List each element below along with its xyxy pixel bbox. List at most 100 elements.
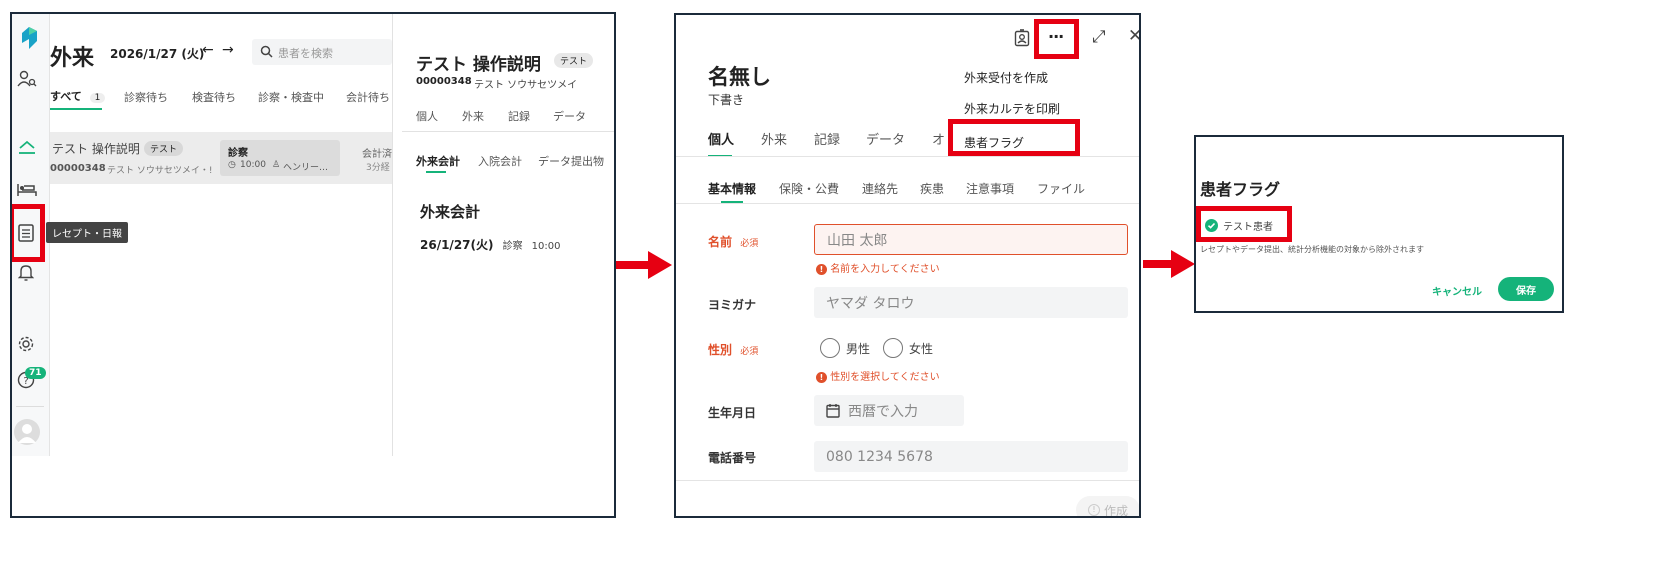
tab-waiting-billing[interactable]: 会計待ち bbox=[346, 89, 390, 105]
detail-patient-kana: テスト ソウサセツメイ bbox=[474, 80, 578, 91]
patient-search-input[interactable]: 患者を検索 bbox=[252, 39, 392, 65]
subtab-divider bbox=[676, 203, 1139, 204]
subtab-underline bbox=[426, 171, 446, 173]
form-tab-data[interactable]: データ bbox=[866, 129, 905, 148]
subtab-notes[interactable]: 注意事項 bbox=[966, 180, 1014, 197]
menu-item-create-outpatient[interactable]: 外来受付を作成 bbox=[964, 69, 1048, 86]
form-subtitle: 下書き bbox=[708, 93, 745, 107]
app-logo-icon bbox=[22, 27, 37, 49]
billing-entry[interactable]: 26/1/27(火) 診察 10:00 bbox=[420, 234, 561, 253]
name-label: 名前 必須 bbox=[708, 233, 758, 250]
cancel-button[interactable]: キャンセル bbox=[1432, 283, 1482, 298]
elapsed-time: 3分経 bbox=[366, 163, 390, 173]
row-patient-name: テスト 操作説明 bbox=[52, 142, 140, 156]
detail-tab-personal[interactable]: 個人 bbox=[416, 108, 438, 124]
form-tab-other[interactable]: オ bbox=[932, 129, 945, 148]
billing-entry-date: 26/1/27(火) bbox=[420, 238, 494, 252]
billing-entry-time: 10:00 bbox=[531, 241, 561, 252]
male-label: 男性 bbox=[846, 341, 871, 356]
billing-entry-type: 診察 bbox=[502, 241, 523, 252]
avatar[interactable] bbox=[14, 419, 40, 445]
create-alert-icon: ! bbox=[1087, 504, 1100, 516]
detail-tab-data[interactable]: データ bbox=[553, 108, 586, 124]
female-radio-circle bbox=[883, 338, 903, 358]
name-required: 必須 bbox=[740, 239, 759, 249]
kana-input[interactable]: ヤマダ タロウ bbox=[814, 287, 1128, 318]
form-tab-personal[interactable]: 個人 bbox=[708, 129, 734, 148]
subtab-data-submission[interactable]: データ提出物 bbox=[538, 153, 604, 169]
form-tab-record[interactable]: 記録 bbox=[814, 129, 840, 148]
detail-tab-outpatient[interactable]: 外来 bbox=[462, 108, 484, 124]
flow-arrow-2 bbox=[1143, 250, 1195, 278]
male-radio-circle bbox=[820, 338, 840, 358]
detail-patient-name: テスト 操作説明 bbox=[416, 55, 541, 75]
patient-search-icon[interactable] bbox=[17, 70, 37, 88]
save-button[interactable]: 保存 bbox=[1498, 277, 1554, 301]
name-placeholder: 山田 太郎 bbox=[827, 232, 888, 249]
phone-input[interactable]: 080 1234 5678 bbox=[814, 441, 1128, 472]
close-icon[interactable]: ✕ bbox=[1128, 26, 1139, 46]
inpatient-bed-icon[interactable] bbox=[16, 182, 38, 198]
name-label-text: 名前 bbox=[708, 235, 733, 249]
name-error: ! 名前を入力してください bbox=[816, 260, 940, 275]
name-error-text: 名前を入力してください bbox=[830, 264, 940, 275]
sex-label-text: 性別 bbox=[708, 343, 733, 357]
create-button[interactable]: ! 作成 bbox=[1076, 496, 1139, 516]
name-input[interactable]: 山田 太郎 bbox=[814, 224, 1128, 255]
check-circle-icon bbox=[1205, 219, 1218, 232]
tab-in-progress[interactable]: 診察・検査中 bbox=[258, 89, 324, 105]
sex-label: 性別 必須 bbox=[708, 341, 758, 358]
error-icon: ! bbox=[816, 264, 827, 275]
rail-divider bbox=[16, 406, 44, 407]
search-icon bbox=[260, 45, 273, 58]
test-patient-label: テスト患者 bbox=[1223, 222, 1273, 233]
subtab-outpatient-billing[interactable]: 外来会計 bbox=[416, 153, 460, 169]
menu-item-print-chart[interactable]: 外来カルテを印刷 bbox=[964, 100, 1060, 117]
more-options-icon[interactable]: ··· bbox=[1048, 27, 1064, 46]
female-label: 女性 bbox=[909, 341, 934, 356]
calendar-icon bbox=[826, 404, 840, 418]
birth-input[interactable]: 西暦で入力 bbox=[814, 395, 964, 426]
sex-male-radio[interactable]: 男性 bbox=[820, 338, 870, 358]
bell-icon[interactable] bbox=[18, 264, 34, 282]
flow-arrow-1 bbox=[616, 251, 672, 279]
form-tab-outpatient[interactable]: 外来 bbox=[761, 129, 787, 148]
subtab-files[interactable]: ファイル bbox=[1037, 180, 1085, 197]
subtab-disease[interactable]: 疾患 bbox=[920, 180, 944, 197]
status-card[interactable]: 診察 ◷ 10:00 ♙ ヘンリー… bbox=[220, 140, 340, 176]
subtab-insurance[interactable]: 保険・公費 bbox=[779, 180, 839, 197]
detail-tab-record[interactable]: 記録 bbox=[508, 108, 530, 124]
subtab-basic-info[interactable]: 基本情報 bbox=[708, 180, 756, 197]
phone-placeholder: 080 1234 5678 bbox=[826, 448, 933, 465]
tab-waiting-exam[interactable]: 診察待ち bbox=[124, 89, 168, 105]
sex-error: ! 性別を選択してください bbox=[816, 368, 940, 383]
tab-waiting-test[interactable]: 検査待ち bbox=[192, 89, 236, 105]
form-tab-divider bbox=[676, 156, 1139, 157]
search-placeholder: 患者を検索 bbox=[278, 47, 333, 60]
sex-error-text: 性別を選択してください bbox=[830, 372, 940, 383]
prev-day-arrow-icon[interactable]: ← bbox=[202, 42, 214, 58]
footer-divider bbox=[676, 480, 1139, 481]
patient-card-icon[interactable] bbox=[1014, 29, 1030, 47]
page-title: 外来 bbox=[50, 46, 95, 71]
expand-icon[interactable]: ⤢ bbox=[1092, 27, 1106, 47]
sex-error-icon: ! bbox=[816, 372, 827, 383]
current-date[interactable]: 2026/1/27 (火) bbox=[110, 45, 204, 62]
row-test-badge: テスト bbox=[144, 141, 184, 156]
outpatient-icon[interactable] bbox=[17, 140, 37, 156]
tab-underline bbox=[50, 108, 102, 110]
tab-all[interactable]: すべて 1 bbox=[50, 88, 106, 104]
test-patient-checkbox[interactable]: テスト患者 bbox=[1205, 218, 1273, 233]
receipt-report-icon[interactable] bbox=[18, 224, 34, 242]
gear-icon[interactable] bbox=[17, 335, 35, 353]
next-day-arrow-icon[interactable]: → bbox=[222, 42, 234, 58]
doctor-icon: ♙ bbox=[272, 160, 281, 170]
nav-tooltip: レセプト・日報 bbox=[46, 222, 128, 243]
subtab-contact[interactable]: 連絡先 bbox=[862, 180, 898, 197]
highlight-patient-flag bbox=[948, 119, 1080, 156]
sex-female-radio[interactable]: 女性 bbox=[883, 338, 933, 358]
pane-divider bbox=[392, 14, 393, 456]
detail-test-badge: テスト bbox=[554, 53, 594, 68]
subtab-inpatient-billing[interactable]: 入院会計 bbox=[478, 153, 522, 169]
status-doctor: ヘンリー… bbox=[283, 163, 329, 173]
